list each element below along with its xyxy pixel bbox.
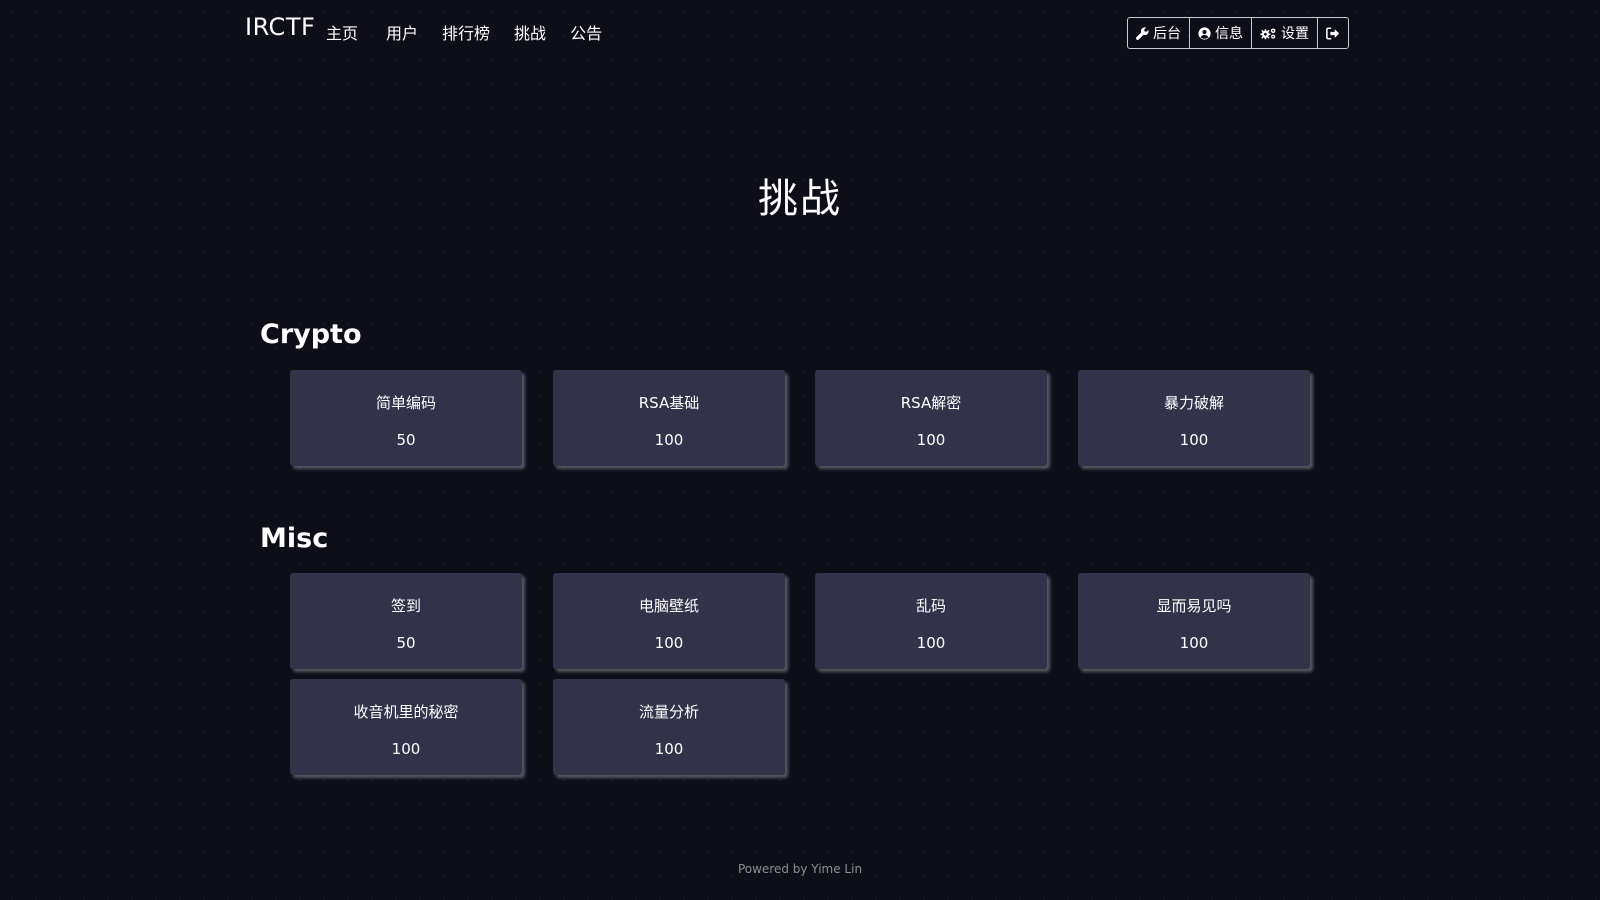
- user-button-group: 后台 信息 设置: [1127, 17, 1349, 49]
- settings-button-label: 设置: [1281, 26, 1309, 42]
- logout-button[interactable]: [1318, 18, 1348, 48]
- challenge-name: 简单编码: [375, 394, 436, 412]
- admin-button[interactable]: 后台: [1128, 18, 1190, 48]
- challenge-points: 100: [391, 740, 421, 758]
- challenge-card[interactable]: 收音机里的秘密 100: [290, 679, 522, 775]
- challenge-name: RSA解密: [900, 394, 962, 412]
- settings-button[interactable]: 设置: [1252, 18, 1318, 48]
- challenge-card[interactable]: 简单编码 50: [290, 370, 522, 466]
- info-button-label: 信息: [1215, 26, 1243, 42]
- challenge-name: 显而易见吗: [1156, 597, 1232, 615]
- challenge-points: 50: [396, 634, 416, 652]
- challenge-points: 100: [916, 431, 946, 449]
- challenge-card[interactable]: 乱码 100: [815, 573, 1047, 669]
- challenge-name: 签到: [390, 597, 421, 615]
- nav-link-users[interactable]: 用户: [386, 20, 418, 44]
- challenge-points: 100: [654, 740, 684, 758]
- challenge-card[interactable]: RSA基础 100: [553, 370, 785, 466]
- challenge-card[interactable]: RSA解密 100: [815, 370, 1047, 466]
- challenge-points: 100: [916, 634, 946, 652]
- user-circle-icon: [1198, 26, 1211, 40]
- category-title-misc: Misc: [260, 523, 329, 554]
- nav-link-scoreboard[interactable]: 排行榜: [442, 20, 490, 44]
- gears-icon: [1260, 27, 1277, 40]
- brand-logo[interactable]: IRCTF: [245, 13, 315, 41]
- challenge-card[interactable]: 暴力破解 100: [1078, 370, 1310, 466]
- page-title: 挑战: [758, 176, 842, 222]
- challenge-card[interactable]: 电脑壁纸 100: [553, 573, 785, 669]
- wrench-icon: [1136, 26, 1149, 40]
- challenge-name: 电脑壁纸: [638, 597, 699, 615]
- nav-link-home[interactable]: 主页: [326, 20, 358, 44]
- footer-text: Powered by Yime Lin: [737, 862, 863, 876]
- admin-button-label: 后台: [1153, 26, 1181, 42]
- challenge-name: 暴力破解: [1163, 394, 1224, 412]
- nav-links: 主页 用户 排行榜 挑战 公告: [326, 20, 602, 44]
- challenge-points: 100: [1179, 634, 1209, 652]
- challenge-card[interactable]: 显而易见吗 100: [1078, 573, 1310, 669]
- category-title-crypto: Crypto: [260, 319, 362, 350]
- challenge-name: RSA基础: [638, 394, 700, 412]
- challenge-name: 流量分析: [638, 703, 699, 721]
- challenge-points: 50: [396, 431, 416, 449]
- nav-link-challenges[interactable]: 挑战: [514, 20, 546, 44]
- challenge-name: 收音机里的秘密: [353, 703, 459, 721]
- navbar: IRCTF 主页 用户 排行榜 挑战 公告 后台 信息 设置: [0, 0, 1600, 64]
- info-button[interactable]: 信息: [1190, 18, 1252, 48]
- challenge-card[interactable]: 流量分析 100: [553, 679, 785, 775]
- challenge-name: 乱码: [915, 597, 946, 615]
- sign-out-icon: [1326, 26, 1340, 40]
- challenge-points: 100: [654, 634, 684, 652]
- challenge-points: 100: [1179, 431, 1209, 449]
- nav-link-notices[interactable]: 公告: [570, 20, 602, 44]
- challenge-card[interactable]: 签到 50: [290, 573, 522, 669]
- challenge-points: 100: [654, 431, 684, 449]
